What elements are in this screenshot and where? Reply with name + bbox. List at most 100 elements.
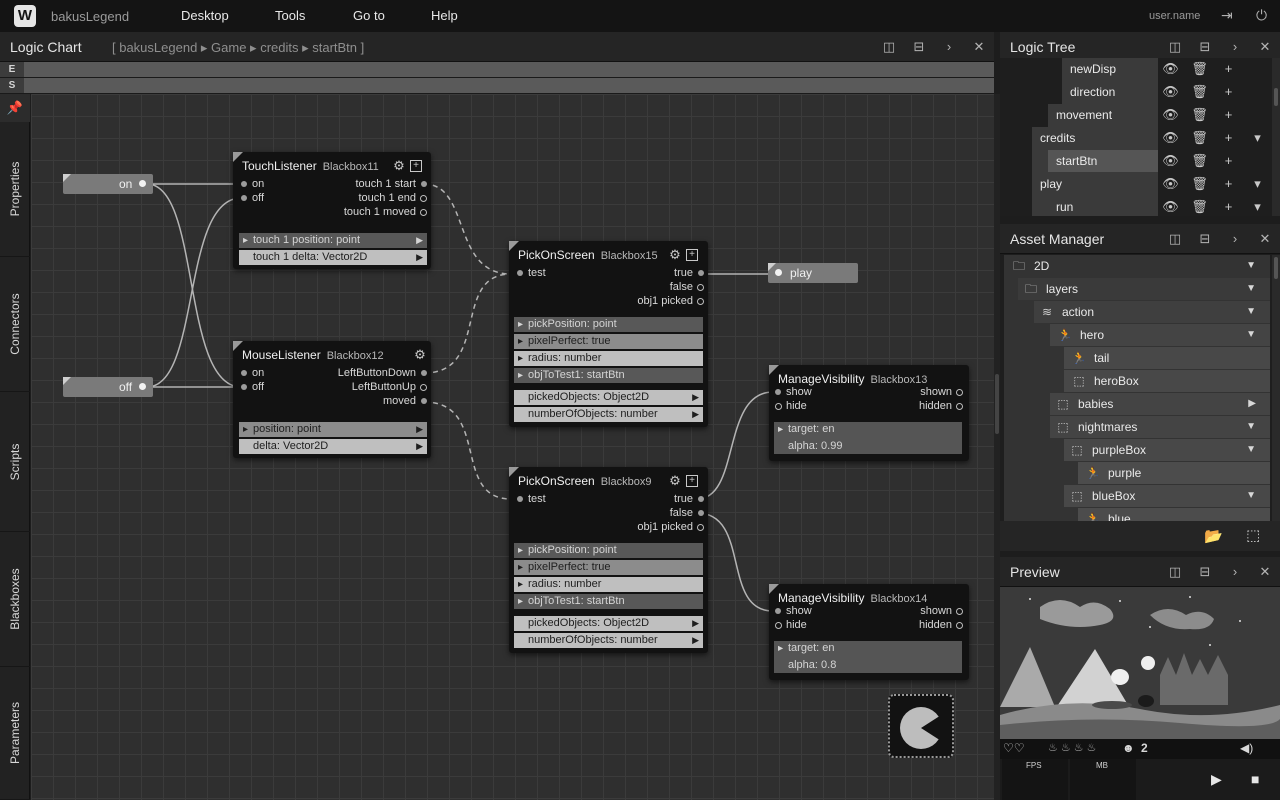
output-port-left-button-up[interactable]: LeftButtonUp xyxy=(352,381,428,393)
trash-icon[interactable]: 🗑 xyxy=(1185,127,1214,149)
pacman-icon[interactable] xyxy=(888,694,954,758)
manage-visibility-node-13[interactable]: ManageVisibility Blackbox13 show hide sho… xyxy=(769,365,969,461)
param-target[interactable]: target: en xyxy=(774,422,962,437)
pick-on-screen-node-15[interactable]: PickOnScreen Blackbox15 ⚙ + test true fal… xyxy=(509,241,708,427)
result-picked-objects[interactable]: pickedObjects: Object2D ▶ xyxy=(514,616,703,631)
chevron-down-icon[interactable]: ▾ xyxy=(1243,196,1272,216)
output-port-dot[interactable] xyxy=(139,180,146,187)
s-label[interactable]: S xyxy=(0,78,24,93)
sound-icon[interactable]: ◀) xyxy=(1240,741,1253,755)
tree-item-play[interactable]: play xyxy=(1032,173,1158,195)
input-port-hide[interactable]: hide xyxy=(775,400,807,412)
add-icon[interactable]: + xyxy=(686,475,698,487)
gear-icon[interactable]: ⚙ xyxy=(413,348,427,362)
eye-icon[interactable]: 👁 xyxy=(1156,196,1185,216)
result-number-of-objects[interactable]: numberOfObjects: number ▶ xyxy=(514,407,703,422)
bounding-box-icon[interactable]: ⬚ xyxy=(1246,526,1260,544)
asset-manager-scrollbar[interactable] xyxy=(1272,255,1280,521)
split-horizontal-icon[interactable]: ⊟ xyxy=(1190,39,1220,55)
split-vertical-icon[interactable]: ◫ xyxy=(1160,231,1190,247)
e-label[interactable]: E xyxy=(0,62,24,77)
logic-tree-scrollbar[interactable] xyxy=(1272,58,1280,216)
input-port-dot[interactable] xyxy=(775,269,782,276)
tree-item-direction[interactable]: direction xyxy=(1062,81,1158,103)
param-position[interactable]: position: point▶ xyxy=(239,422,427,437)
trash-icon[interactable]: 🗑 xyxy=(1185,58,1214,80)
output-port-dot[interactable] xyxy=(139,383,146,390)
input-port-on[interactable]: on xyxy=(241,367,264,379)
chevron-down-icon[interactable]: ▼ xyxy=(1246,439,1256,461)
chevron-down-icon[interactable]: ▼ xyxy=(1246,278,1256,300)
output-port-hidden[interactable]: hidden xyxy=(919,400,964,412)
power-icon[interactable]: ⏻ xyxy=(1256,7,1267,24)
chevron-right-icon[interactable]: › xyxy=(934,39,964,54)
chevron-right-icon[interactable]: › xyxy=(1220,564,1250,579)
trash-icon[interactable]: 🗑 xyxy=(1185,150,1214,172)
close-icon[interactable]: ✕ xyxy=(1250,39,1280,55)
open-folder-icon[interactable]: 📂 xyxy=(1204,527,1223,545)
asset-row-purple[interactable]: 🏃 purple xyxy=(1078,462,1270,484)
close-icon[interactable]: ✕ xyxy=(1250,564,1280,580)
tab-connectors[interactable]: Connectors xyxy=(0,257,30,392)
add-icon[interactable]: + xyxy=(1214,104,1243,126)
tree-item-credits[interactable]: credits xyxy=(1032,127,1158,149)
pick-on-screen-node-9[interactable]: PickOnScreen Blackbox9 ⚙ + test true fals… xyxy=(509,467,708,653)
pin-icon[interactable]: 📌 xyxy=(0,94,30,122)
split-vertical-icon[interactable]: ◫ xyxy=(874,39,904,55)
asset-row-tail[interactable]: 🏃 tail xyxy=(1064,347,1270,369)
chevron-down-icon[interactable]: ▼ xyxy=(1246,301,1256,323)
chevron-down-icon[interactable]: ▼ xyxy=(1246,255,1256,277)
trash-icon[interactable]: 🗑 xyxy=(1185,173,1214,195)
param-target[interactable]: target: en xyxy=(774,641,962,656)
param-radius[interactable]: radius: number xyxy=(514,351,703,366)
input-port-off[interactable]: off xyxy=(241,381,264,393)
menu-help[interactable]: Help xyxy=(431,8,458,23)
asset-row-blue[interactable]: 🏃 blue xyxy=(1078,508,1270,521)
input-port-off[interactable]: off xyxy=(241,192,264,204)
input-port-show[interactable]: show xyxy=(775,605,812,617)
output-port-obj1-picked[interactable]: obj1 picked xyxy=(637,295,704,307)
input-port-test[interactable]: test xyxy=(517,267,546,279)
param-touch-delta[interactable]: touch 1 delta: Vector2D ▶ xyxy=(239,250,427,265)
param-delta[interactable]: delta: Vector2D ▶ xyxy=(239,439,427,454)
tree-item-startbtn[interactable]: startBtn xyxy=(1048,150,1158,172)
asset-row-2d[interactable]: 🗀 2D ▼ xyxy=(1004,255,1270,277)
param-pick-position[interactable]: pickPosition: point xyxy=(514,543,703,558)
tab-blackboxes[interactable]: Blackboxes xyxy=(0,532,30,667)
eye-icon[interactable]: 👁 xyxy=(1156,104,1185,126)
asset-row-babies[interactable]: ⬚ babies ▶ xyxy=(1050,393,1270,415)
logout-icon[interactable]: ⇥ xyxy=(1221,7,1233,24)
gear-icon[interactable]: ⚙ xyxy=(668,248,682,262)
output-port-touch-start[interactable]: touch 1 start xyxy=(355,178,427,190)
gear-icon[interactable]: ⚙ xyxy=(668,474,682,488)
split-vertical-icon[interactable]: ◫ xyxy=(1160,39,1190,55)
output-port-left-button-down[interactable]: LeftButtonDown xyxy=(338,367,428,379)
touch-listener-node[interactable]: TouchListener Blackbox11 ⚙ + on off touch… xyxy=(233,152,431,269)
value-node-on[interactable]: on xyxy=(63,174,153,194)
param-touch-position[interactable]: touch 1 position: point▶ xyxy=(239,233,427,248)
add-icon[interactable]: + xyxy=(1214,196,1243,216)
split-horizontal-icon[interactable]: ⊟ xyxy=(1190,231,1220,247)
eye-icon[interactable]: 👁 xyxy=(1156,81,1185,103)
split-horizontal-icon[interactable]: ⊟ xyxy=(1190,564,1220,580)
gear-icon[interactable]: ⚙ xyxy=(392,159,406,173)
output-port-shown[interactable]: shown xyxy=(920,386,963,398)
menu-go-to[interactable]: Go to xyxy=(353,8,385,23)
param-alpha[interactable]: alpha: 0.99 xyxy=(774,439,962,454)
game-preview-screen[interactable] xyxy=(1000,587,1280,739)
tree-item-movement[interactable]: movement xyxy=(1048,104,1158,126)
tab-scripts[interactable]: Scripts xyxy=(0,392,30,532)
tab-parameters[interactable]: Parameters xyxy=(0,667,30,800)
asset-row-bluebox[interactable]: ⬚ blueBox ▼ xyxy=(1064,485,1270,507)
input-port-hide[interactable]: hide xyxy=(775,619,807,631)
output-port-false[interactable]: false xyxy=(670,507,705,519)
add-icon[interactable]: + xyxy=(1214,150,1243,172)
chevron-down-icon[interactable]: ▼ xyxy=(1246,324,1256,346)
input-port-show[interactable]: show xyxy=(775,386,812,398)
menu-desktop[interactable]: Desktop xyxy=(181,8,229,23)
result-number-of-objects[interactable]: numberOfObjects: number ▶ xyxy=(514,633,703,648)
chevron-right-icon[interactable]: ▶ xyxy=(1248,393,1256,415)
asset-row-nightmares[interactable]: ⬚ nightmares ▼ xyxy=(1050,416,1270,438)
chevron-right-icon[interactable]: › xyxy=(1220,231,1250,246)
output-port-touch-end[interactable]: touch 1 end xyxy=(359,192,428,204)
